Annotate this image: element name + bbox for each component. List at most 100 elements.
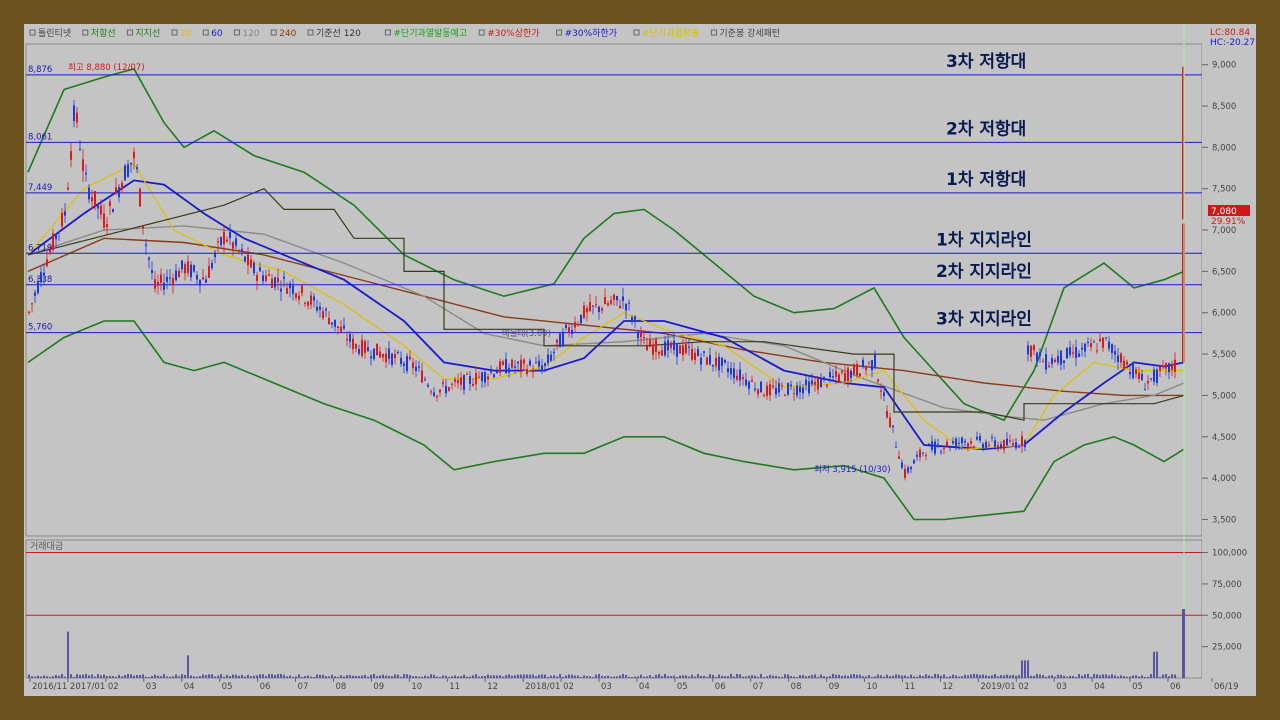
x-tick-label: 2016/11 xyxy=(32,682,67,692)
x-tick-label: 11 xyxy=(904,682,915,692)
candle-body xyxy=(913,460,915,464)
candle-body xyxy=(538,360,540,367)
candle-body xyxy=(793,393,795,395)
candle-body xyxy=(739,369,741,381)
candle-body xyxy=(829,371,831,378)
candle-body xyxy=(202,277,204,280)
volume-bar xyxy=(766,676,768,678)
volume-bar xyxy=(1063,675,1065,678)
volume-bar xyxy=(1171,674,1173,678)
legend-item[interactable]: 60 xyxy=(211,29,223,39)
candle-body xyxy=(736,375,738,380)
volume-bar xyxy=(460,676,462,678)
volume-bar xyxy=(286,676,288,678)
candle-body xyxy=(139,188,141,207)
legend-item[interactable]: 저항선 xyxy=(91,28,116,39)
volume-bar xyxy=(106,676,108,678)
candle-body xyxy=(103,213,105,228)
candle-body xyxy=(118,187,120,198)
volume-bar xyxy=(85,673,87,678)
volume-bar xyxy=(64,676,66,678)
volume-bar xyxy=(688,676,690,678)
candle-body xyxy=(973,446,975,448)
candle-body xyxy=(1153,369,1155,382)
candle-body xyxy=(580,314,582,324)
volume-bar xyxy=(592,677,594,678)
candle-body xyxy=(403,363,405,366)
volume-bar xyxy=(1030,675,1032,678)
volume-bar xyxy=(820,674,822,678)
candle-body xyxy=(70,151,72,160)
legend-item[interactable]: #단기과열발동예고 xyxy=(393,28,467,39)
volume-bar xyxy=(124,675,126,678)
volume-bar xyxy=(778,676,780,678)
legend-item[interactable]: #단기과열락출 xyxy=(642,27,699,39)
candle-body xyxy=(1075,347,1077,359)
candle-body xyxy=(1027,345,1029,355)
legend-item[interactable]: 20 xyxy=(180,29,192,39)
candle-body xyxy=(64,211,66,216)
volume-bar xyxy=(652,676,654,678)
candle-body xyxy=(547,354,549,364)
candle-body xyxy=(244,256,246,262)
candle-body xyxy=(697,349,699,356)
candle-body xyxy=(121,182,123,190)
candle-body xyxy=(1171,364,1173,370)
candle-body xyxy=(304,302,306,304)
volume-bar xyxy=(550,675,552,678)
candle-body xyxy=(532,369,534,373)
candle-body xyxy=(1144,389,1146,391)
level-label: 7,449 xyxy=(28,183,52,193)
legend-item[interactable]: 틀린티넷 xyxy=(38,28,71,39)
candle-body xyxy=(217,241,219,243)
level-note: 1차 저항대 xyxy=(946,169,1026,190)
candle-body xyxy=(1060,350,1062,365)
candle-body xyxy=(445,385,447,394)
legend-item[interactable]: 240 xyxy=(279,29,296,39)
volume-bar xyxy=(1159,676,1161,678)
volume-bar xyxy=(808,675,810,678)
legend-item[interactable]: #30%하한가 xyxy=(565,28,617,39)
legend-item[interactable]: 기준선 120 xyxy=(316,28,361,39)
candle-body xyxy=(574,322,576,328)
candle-body xyxy=(709,355,711,365)
volume-bar xyxy=(535,676,537,678)
legend-item[interactable]: 기준봉 강세패턴 xyxy=(719,28,780,39)
candle-body xyxy=(367,347,369,352)
candle-body xyxy=(721,357,723,366)
volume-bar xyxy=(988,675,990,678)
volume-bar xyxy=(1036,674,1038,678)
candle-body xyxy=(214,252,216,258)
volume-bar xyxy=(196,676,198,678)
volume-bar xyxy=(457,676,459,678)
candle-body xyxy=(316,306,318,311)
candle-body xyxy=(664,341,666,356)
volume-bar xyxy=(343,676,345,678)
volume-bar xyxy=(676,677,678,678)
volume-bar xyxy=(745,676,747,678)
candle-body xyxy=(499,361,501,373)
volume-bar xyxy=(28,674,30,678)
x-tick-label: 07 xyxy=(753,682,764,692)
volume-bar xyxy=(1048,675,1050,678)
volume-bar xyxy=(967,675,969,678)
volume-bar xyxy=(799,675,801,678)
candle-body xyxy=(67,187,69,190)
volume-bar xyxy=(1120,675,1122,678)
candle-body xyxy=(52,233,54,250)
candle-body xyxy=(247,254,249,266)
volume-bar xyxy=(388,675,390,678)
legend-item[interactable]: 120 xyxy=(242,29,259,39)
legend-item[interactable]: 지지선 xyxy=(135,28,160,39)
legend-item[interactable]: #30%상한가 xyxy=(487,28,539,39)
volume-bar xyxy=(331,674,333,678)
volume-bar xyxy=(586,676,588,678)
candle-body xyxy=(859,373,861,377)
volume-bar xyxy=(295,676,297,678)
volume-bar xyxy=(697,674,699,678)
volume-bar xyxy=(985,675,987,678)
volume-bar xyxy=(877,674,879,678)
volume-bar xyxy=(733,676,735,678)
volume-bar xyxy=(1012,674,1014,678)
volume-bar xyxy=(148,677,150,678)
